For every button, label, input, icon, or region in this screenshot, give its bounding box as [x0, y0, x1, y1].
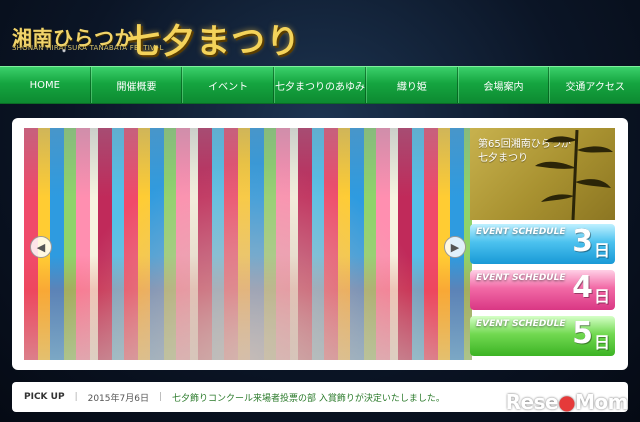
nav-orihime[interactable]: 織り姫 — [366, 67, 458, 103]
chevron-left-icon: ◀ — [36, 240, 46, 254]
watermark-text-a: Rese — [505, 390, 559, 414]
schedule-label: EVENT SCHEDULE — [476, 319, 566, 329]
pickup-label: PICK UP — [24, 392, 65, 402]
pickup-separator: | — [74, 392, 78, 402]
main-nav: HOME 開催概要 イベント 七夕まつりのあゆみ 織り姫 会場案内 交通アクセス — [0, 66, 640, 104]
pickup-separator: | — [158, 392, 163, 402]
bamboo-icon — [535, 130, 613, 220]
watermark-dot: ● — [558, 390, 576, 414]
schedule-day: 4 — [572, 270, 593, 305]
nav-access[interactable]: 交通アクセス — [549, 67, 640, 103]
watermark-text-b: Mom — [575, 390, 628, 414]
nav-venue[interactable]: 会場案内 — [457, 67, 550, 103]
schedule-unit: 日 — [593, 241, 610, 260]
pickup-news-link[interactable]: 七夕飾りコンクール来場者投票の部 入賞飾りが決定いたしました。 — [172, 391, 445, 404]
festival-photo-slider[interactable]: ◀ ▶ — [24, 128, 472, 360]
nav-events[interactable]: イベント — [182, 67, 275, 103]
schedule-unit: 日 — [593, 287, 610, 306]
chevron-right-icon: ▶ — [450, 240, 460, 254]
nav-home[interactable]: HOME — [0, 67, 91, 103]
festival-feature-banner[interactable]: 第65回湘南ひらつか 七夕まつり — [470, 128, 615, 220]
nav-overview[interactable]: 開催概要 — [90, 67, 183, 103]
event-schedule-day-5[interactable]: EVENT SCHEDULE 5 日 — [470, 316, 615, 356]
schedule-label: EVENT SCHEDULE — [476, 227, 566, 237]
event-schedule-day-4[interactable]: EVENT SCHEDULE 4 日 — [470, 270, 615, 310]
pickup-date: 2015年7月6日 — [87, 393, 149, 404]
event-schedule-day-3[interactable]: EVENT SCHEDULE 3 日 — [470, 224, 615, 264]
schedule-day: 3 — [572, 224, 593, 259]
site-header: 湘南ひらつか SHONAN HIRATSUKA TANABATA FESTIVA… — [0, 0, 640, 66]
resemom-watermark-logo: Rese●Mom — [505, 390, 629, 414]
logo-festival-title[interactable]: 七夕まつり — [126, 14, 301, 63]
slider-prev-button[interactable]: ◀ — [30, 236, 52, 258]
schedule-label: EVENT SCHEDULE — [476, 273, 566, 283]
nav-history[interactable]: 七夕まつりのあゆみ — [274, 67, 367, 103]
slider-next-button[interactable]: ▶ — [444, 236, 466, 258]
schedule-unit: 日 — [593, 333, 610, 352]
main-panel: ◀ ▶ 第65回湘南ひらつか 七夕まつり EVENT SCHEDULE 3 日 … — [12, 118, 628, 370]
schedule-day: 5 — [572, 316, 593, 351]
festival-photo — [24, 128, 472, 360]
